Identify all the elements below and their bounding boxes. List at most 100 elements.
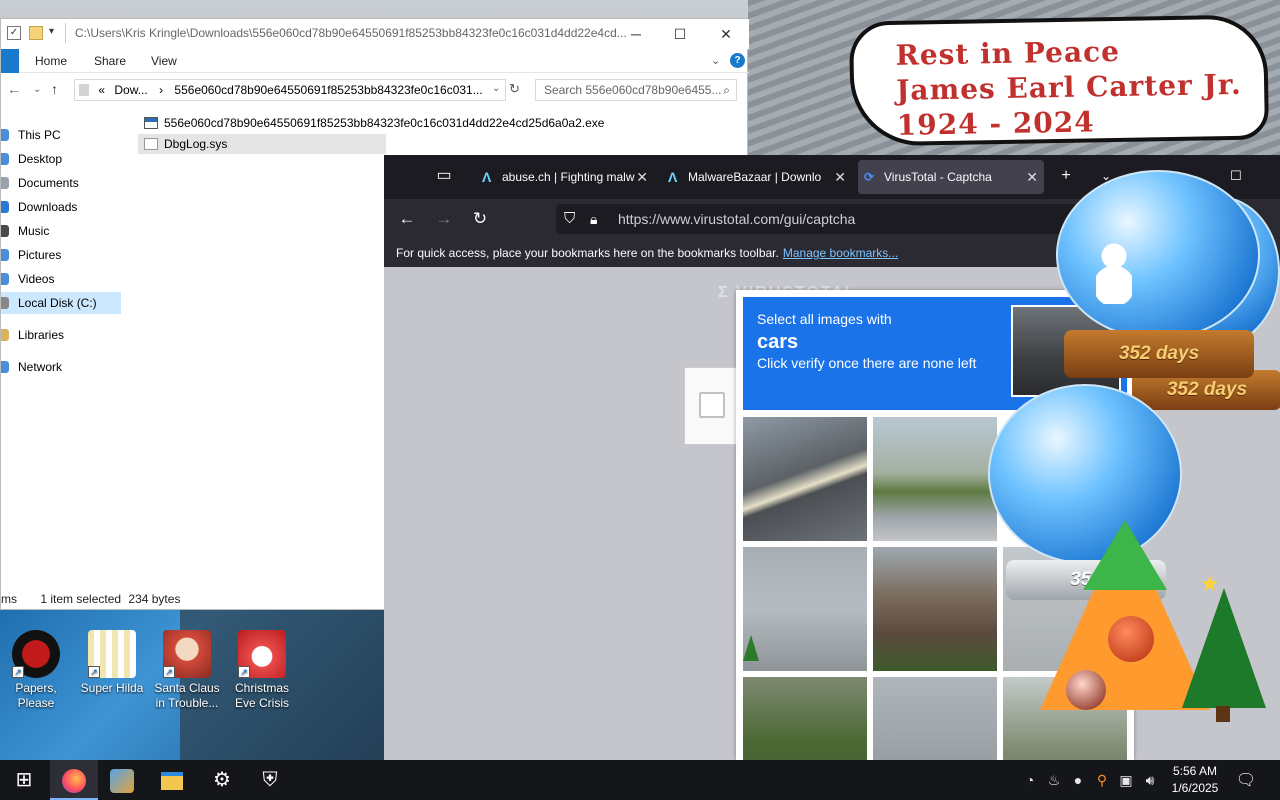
star-icon: ★ — [1200, 571, 1220, 596]
desktop-icon-label: Papers, Please — [15, 681, 57, 710]
help-icon[interactable]: ? — [730, 53, 745, 68]
sidebar-item-this-pc[interactable]: This PC — [1, 124, 121, 146]
quick-access-dropdown-icon[interactable]: ▾ — [49, 26, 54, 37]
address-overflow[interactable]: « — [98, 83, 105, 97]
desktop-icon-christmas-eve-crisis[interactable]: ↗ Christmas Eve Crisis — [226, 630, 298, 711]
sidebar-item-network[interactable]: Network — [1, 356, 121, 378]
tab-malwarebazaar[interactable]: Λ MalwareBazaar | Downlo ✕ — [662, 160, 852, 194]
refresh-icon[interactable]: ↻ — [509, 81, 520, 97]
sys-file-icon — [144, 138, 158, 150]
url-bar[interactable]: ⛉ 🔒︎ https://www.virustotal.com/gui/capt… — [556, 204, 1096, 234]
banner-line-3: 1924 - 2024 — [896, 105, 1095, 142]
file-row[interactable]: 556e060cd78b90e64550691f85253bb84323fe0c… — [138, 113, 748, 133]
sidebar-item-libraries[interactable]: Libraries — [1, 324, 121, 346]
up-arrow-icon[interactable]: ↑ — [51, 81, 58, 97]
ribbon-tab-share[interactable]: Share — [94, 54, 126, 68]
status-size: 234 bytes — [128, 592, 181, 606]
pyramid-top — [1083, 520, 1167, 590]
sidebar-item-desktop[interactable]: Desktop — [1, 148, 121, 170]
captcha-tile[interactable] — [742, 416, 868, 542]
url-text[interactable]: https://www.virustotal.com/gui/captcha — [618, 211, 855, 227]
desktop-icon-super-hilda[interactable]: ↗ Super Hilda — [76, 630, 148, 696]
sidebar-item-documents[interactable]: Documents — [1, 172, 121, 194]
sidebar-item-label: Pictures — [18, 248, 62, 262]
snowman-icon — [1096, 240, 1132, 304]
close-button[interactable]: ✕ — [703, 21, 749, 47]
tab-virustotal-captcha[interactable]: ⟳ VirusTotal - Captcha ✕ — [858, 160, 1044, 194]
status-items: ms — [1, 592, 17, 606]
sidebar-item-local-disk-c[interactable]: Local Disk (C:) — [1, 292, 121, 314]
search-input[interactable]: Search 556e060cd78b90e6455... ⌕ — [535, 79, 737, 101]
tab-label: MalwareBazaar | Downlo — [688, 170, 822, 184]
search-tray-icon[interactable]: ⚲ — [1092, 771, 1112, 789]
sidebar-item-label: Libraries — [18, 328, 65, 342]
captcha-tile[interactable] — [742, 546, 868, 672]
captcha-tile[interactable] — [872, 546, 998, 672]
file-row[interactable]: DbgLog.sys — [138, 134, 386, 154]
sidebar-folder-icon — [1, 329, 9, 341]
recent-dropdown-icon[interactable]: ⌄ — [33, 84, 41, 95]
tab-abuse-ch[interactable]: Λ abuse.ch | Fighting malw ✕ — [476, 160, 654, 194]
properties-icon[interactable]: ✓ — [7, 26, 21, 40]
close-tab-icon[interactable]: ✕ — [834, 160, 846, 194]
tracking-shield-icon[interactable]: ⛉ — [564, 204, 575, 234]
system-clock[interactable]: 5:56 AM 1/6/2025 — [1164, 763, 1226, 797]
close-tab-icon[interactable]: ✕ — [636, 160, 648, 194]
back-icon[interactable]: ← — [396, 209, 418, 229]
back-arrow-icon[interactable]: ← — [7, 81, 21, 97]
firefox-view-icon[interactable]: ▭ — [432, 165, 456, 187]
network-icon[interactable]: ▣ — [1116, 771, 1136, 789]
santa-claus-icon: ↗ — [163, 630, 211, 678]
app-taskbar-icon[interactable] — [98, 760, 146, 800]
desktop-icon-papers-please[interactable]: ↗ Papers, Please — [0, 630, 72, 711]
address-segment-folder[interactable]: 556e060cd78b90e64550691f85253bb84323fe0c… — [174, 83, 482, 97]
droplet-icon[interactable]: ● — [1068, 771, 1088, 789]
sidebar-item-downloads[interactable]: Downloads — [1, 196, 121, 218]
desktop-icon-santa-claus[interactable]: ↗ Santa Claus in Trouble... — [151, 630, 223, 711]
sidebar-item-music[interactable]: Music — [1, 220, 121, 242]
volume-icon[interactable]: 🔊︎ — [1140, 771, 1160, 789]
address-dropdown-icon[interactable]: ⌄ — [492, 83, 500, 94]
desktop-icon-label: Santa Claus in Trouble... — [154, 681, 220, 710]
settings-taskbar-icon[interactable]: ⚙ — [198, 760, 246, 800]
maximize-button[interactable]: ☐ — [657, 21, 703, 47]
tray-icon[interactable]: ◔ — [1020, 771, 1040, 789]
ribbon-tab-file[interactable] — [1, 49, 19, 73]
firefox-taskbar-icon[interactable] — [50, 760, 98, 800]
new-tab-button[interactable]: + — [1054, 165, 1078, 187]
close-tab-icon[interactable]: ✕ — [1026, 160, 1038, 194]
ribbon-tab-home[interactable]: Home — [35, 54, 67, 68]
security-taskbar-icon[interactable]: ⛨ — [246, 760, 294, 800]
shortcut-arrow-icon: ↗ — [12, 666, 24, 678]
file-explorer-taskbar-icon[interactable] — [148, 760, 196, 800]
sidebar-item-label: Downloads — [18, 200, 78, 214]
maximize-button[interactable]: ☐ — [1224, 165, 1248, 187]
sidebar-folder-icon — [1, 153, 9, 165]
manage-bookmarks-link[interactable]: Manage bookmarks... — [783, 246, 898, 260]
address-bar[interactable]: « Dow... › 556e060cd78b90e64550691f85253… — [74, 79, 506, 101]
captcha-checkbox[interactable] — [699, 392, 725, 418]
start-button[interactable]: ⊞ — [0, 760, 48, 800]
sidebar-item-pictures[interactable]: Pictures — [1, 244, 121, 266]
sidebar-item-label: Videos — [18, 272, 55, 286]
address-segment-downloads[interactable]: Dow... — [114, 83, 147, 97]
new-folder-icon[interactable] — [29, 26, 43, 40]
sidebar-item-videos[interactable]: Videos — [1, 268, 121, 290]
explorer-titlebar[interactable]: ✓ ▾ C:\Users\Kris Kringle\Downloads\556e… — [1, 19, 749, 49]
desktop: Rest in Peace James Earl Carter Jr. 1924… — [0, 0, 1280, 800]
captcha-target: cars — [757, 331, 799, 353]
ornament-icon — [1066, 670, 1106, 710]
ribbon-tab-view[interactable]: View — [151, 54, 177, 68]
ribbon-expand-icon[interactable]: ⌄ — [711, 54, 720, 67]
file-name: 556e060cd78b90e64550691f85253bb84323fe0c… — [164, 116, 605, 130]
tray-icon[interactable]: ♨ — [1044, 771, 1064, 789]
notification-icon[interactable]: 🗨︎ — [1234, 770, 1258, 790]
captcha-tile[interactable] — [872, 416, 998, 542]
lock-icon[interactable]: 🔒︎ — [590, 204, 597, 234]
reload-icon[interactable]: ↻ — [469, 209, 491, 229]
minimize-button[interactable]: ─ — [613, 21, 659, 47]
sidebar-folder-icon — [1, 129, 9, 141]
shortcut-arrow-icon: ↗ — [238, 666, 250, 678]
sidebar-folder-icon — [1, 273, 9, 285]
forward-icon[interactable]: → — [433, 209, 455, 229]
